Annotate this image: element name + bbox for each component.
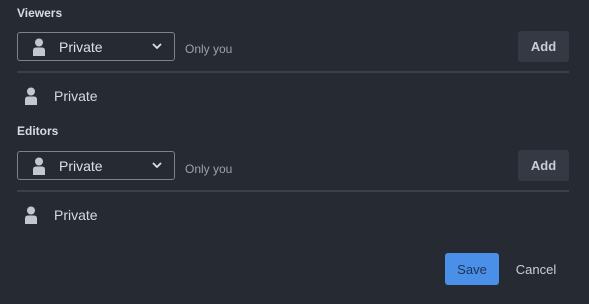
viewers-title: Viewers xyxy=(17,6,63,20)
viewer-member-item: Private xyxy=(24,87,98,105)
person-icon xyxy=(25,87,37,105)
editors-hint: Only you xyxy=(185,162,233,176)
divider xyxy=(17,190,569,192)
viewers-select[interactable]: Private xyxy=(17,32,175,61)
viewers-hint: Only you xyxy=(185,42,233,56)
save-button[interactable]: Save xyxy=(445,253,499,285)
viewers-select-value: Private xyxy=(59,38,103,55)
add-viewer-button[interactable]: Add xyxy=(518,31,569,62)
editor-member-item: Private xyxy=(24,206,98,224)
editor-member-label: Private xyxy=(54,207,98,223)
editors-select[interactable]: Private xyxy=(17,151,175,180)
viewer-member-label: Private xyxy=(54,88,98,104)
person-icon xyxy=(33,38,45,56)
chevron-down-icon xyxy=(152,43,162,50)
editors-title: Editors xyxy=(17,124,59,138)
add-editor-button[interactable]: Add xyxy=(518,150,569,181)
editors-select-value: Private xyxy=(59,157,103,174)
divider xyxy=(17,71,569,73)
cancel-button[interactable]: Cancel xyxy=(507,253,565,285)
chevron-down-icon xyxy=(152,162,162,169)
person-icon xyxy=(25,206,37,224)
person-icon xyxy=(33,157,45,175)
